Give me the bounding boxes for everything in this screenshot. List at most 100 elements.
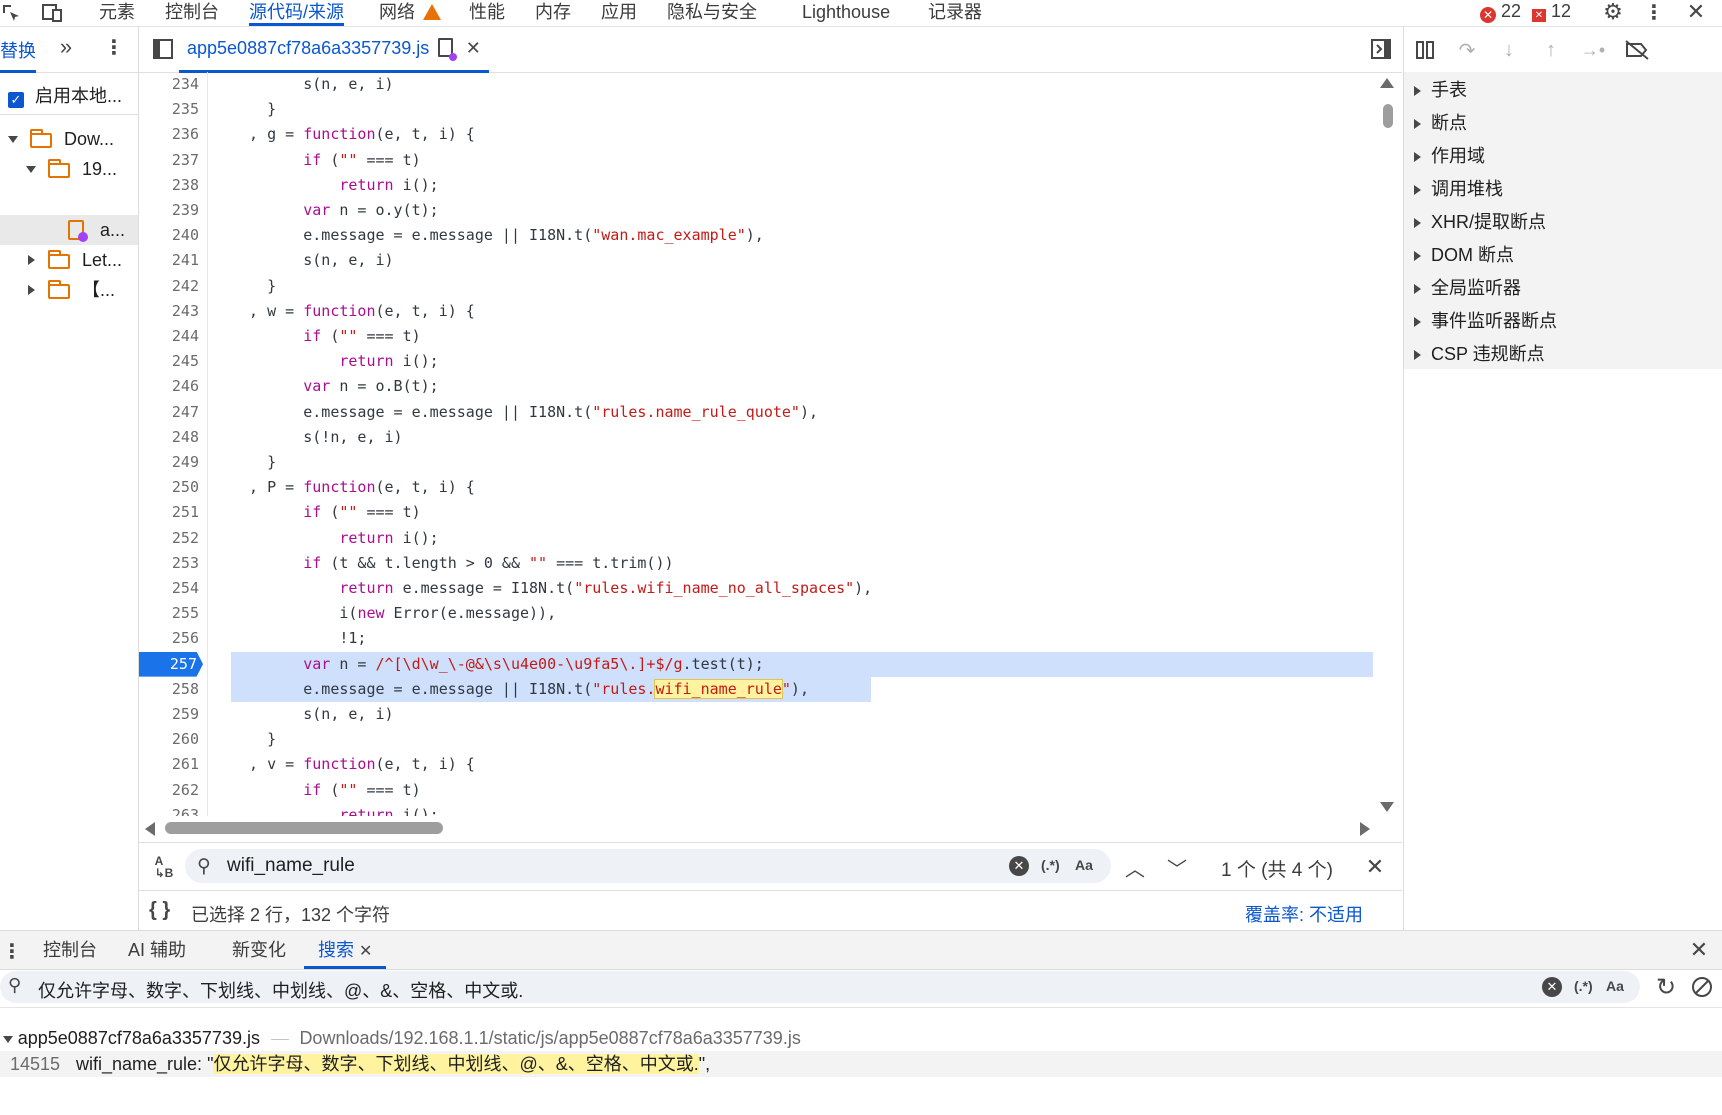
tab-memory[interactable]: 内存 <box>535 0 571 26</box>
tab-lighthouse[interactable]: Lighthouse <box>802 0 890 26</box>
step-out-icon[interactable]: ↑ <box>1538 37 1564 63</box>
line-number[interactable]: 256 <box>139 626 199 651</box>
find-input-box[interactable]: ⚲ wifi_name_rule ✕ (.*) Aa <box>185 849 1111 883</box>
file-tab[interactable]: app5e0887cf78a6a3357739.js ✕ <box>179 27 489 73</box>
step-into-icon[interactable]: ↓ <box>1496 37 1522 63</box>
inspect-element-icon[interactable] <box>0 2 22 24</box>
clear-search-icon[interactable]: ✕ <box>1542 977 1562 997</box>
line-number[interactable]: 245 <box>139 349 199 374</box>
line-number[interactable]: 243 <box>139 299 199 324</box>
enable-local-overrides[interactable]: ✓ 启用本地... <box>8 82 138 108</box>
clear-results-icon[interactable] <box>1688 973 1716 1001</box>
replace-toggle-icon[interactable]: A ↳B <box>151 853 177 881</box>
code-line[interactable]: 236 , g = function(e, t, i) { <box>139 122 1373 147</box>
code-line[interactable]: 259 s(n, e, i) <box>139 702 1373 727</box>
drawer-tab-ai-assistance[interactable]: AI 辅助 <box>128 931 186 969</box>
code-line[interactable]: 249 } <box>139 450 1373 475</box>
tree-item-bracket[interactable]: 【... <box>0 275 138 305</box>
tab-performance[interactable]: 性能 <box>469 0 505 26</box>
line-number[interactable]: 261 <box>139 752 199 777</box>
match-case-toggle[interactable]: Aa <box>1075 857 1093 873</box>
global-search-input[interactable]: 仅允许字母、数字、下划线、中划线、@、&、空格、中文或. <box>38 977 523 1003</box>
debugger-section-header[interactable]: 事件监听器断点 <box>1414 305 1557 338</box>
line-number[interactable]: 237 <box>139 148 199 173</box>
step-over-icon[interactable]: ↷ <box>1454 37 1480 63</box>
vertical-scroll-down-icon[interactable] <box>1380 802 1394 812</box>
line-number[interactable]: 235 <box>139 97 199 122</box>
search-regex-toggle[interactable]: (.*) <box>1574 978 1593 994</box>
pretty-print-icon[interactable]: { } <box>149 899 170 922</box>
horizontal-scrollbar-thumb[interactable] <box>165 822 443 834</box>
horizontal-scroll-right-icon[interactable] <box>1360 822 1370 836</box>
code-line[interactable]: 255 i(new Error(e.message)), <box>139 601 1373 626</box>
line-number[interactable]: 234 <box>139 72 199 97</box>
tab-privacy-security[interactable]: 隐私与安全 <box>667 0 757 26</box>
horizontal-scroll-left-icon[interactable] <box>145 822 155 836</box>
line-number[interactable]: 251 <box>139 500 199 525</box>
code-line[interactable]: 240 e.message = e.message || I18N.t("wan… <box>139 223 1373 248</box>
search-result-file[interactable]: app5e0887cf78a6a3357739.js Downloads/192… <box>0 1025 1722 1051</box>
tab-sources[interactable]: 源代码/来源 <box>249 0 345 26</box>
code-line[interactable]: 258 e.message = e.message || I18N.t("rul… <box>139 676 1373 702</box>
code-line[interactable]: 257 var n = /^[\d\w_\-@&\s\u4e00-\u9fa5\… <box>139 651 1373 677</box>
code-line[interactable]: 241 s(n, e, i) <box>139 248 1373 273</box>
code-line[interactable]: 244 if ("" === t) <box>139 324 1373 349</box>
tab-overrides[interactable]: 替换 <box>0 37 36 73</box>
code-line[interactable]: 235 } <box>139 97 1373 122</box>
line-number[interactable]: 239 <box>139 198 199 223</box>
code-line[interactable]: 256 !1; <box>139 626 1373 651</box>
line-number[interactable]: 260 <box>139 727 199 752</box>
code-line[interactable]: 250 , P = function(e, t, i) { <box>139 475 1373 500</box>
code-line[interactable]: 253 if (t && t.length > 0 && "" === t.tr… <box>139 551 1373 576</box>
code-line[interactable]: 251 if ("" === t) <box>139 500 1373 525</box>
line-number[interactable]: 262 <box>139 778 199 803</box>
debugger-section-header[interactable]: XHR/提取断点 <box>1414 206 1546 239</box>
clear-icon[interactable]: ✕ <box>1009 856 1029 876</box>
drawer-tab-changes[interactable]: 新变化 <box>232 931 286 969</box>
toggle-debugger-sidebar-icon[interactable] <box>1369 37 1393 61</box>
code-line[interactable]: 242 } <box>139 274 1373 299</box>
line-number[interactable]: 259 <box>139 702 199 727</box>
tab-recorder[interactable]: 记录器 <box>928 0 982 26</box>
close-search-tab-icon[interactable]: ✕ <box>359 943 372 960</box>
more-options-icon[interactable]: ⋮ <box>1644 0 1664 24</box>
settings-gear-icon[interactable]: ⚙ <box>1601 0 1625 24</box>
line-number[interactable]: 252 <box>139 526 199 551</box>
line-number[interactable]: 255 <box>139 601 199 626</box>
code-line[interactable]: 238 return i(); <box>139 173 1373 198</box>
tab-application[interactable]: 应用 <box>601 0 637 26</box>
code-line[interactable]: 246 var n = o.B(t); <box>139 374 1373 399</box>
line-number[interactable]: 253 <box>139 551 199 576</box>
search-input-box[interactable]: ⚲ 仅允许字母、数字、下划线、中划线、@、&、空格、中文或. ✕ (.*) Aa <box>0 971 1640 1003</box>
debugger-section-header[interactable]: 作用域 <box>1414 140 1485 173</box>
line-number[interactable]: 246 <box>139 374 199 399</box>
search-result-match[interactable]: 14515 wifi_name_rule: "仅允许字母、数字、下划线、中划线、… <box>0 1051 1722 1077</box>
code-line[interactable]: 239 var n = o.y(t); <box>139 198 1373 223</box>
line-number[interactable]: 263 <box>139 803 199 816</box>
code-line[interactable]: 247 e.message = e.message || I18N.t("rul… <box>139 400 1373 425</box>
regex-toggle[interactable]: (.*) <box>1041 857 1060 873</box>
tab-network[interactable]: 网络 <box>379 0 442 26</box>
line-number[interactable]: 242 <box>139 274 199 299</box>
code-line[interactable]: 252 return i(); <box>139 526 1373 551</box>
step-icon[interactable]: →• <box>1578 37 1608 63</box>
toggle-navigator-icon[interactable] <box>151 37 175 61</box>
tree-item-host[interactable]: 19... <box>0 154 138 184</box>
code-line[interactable]: 234 s(n, e, i) <box>139 72 1373 97</box>
pause-resume-icon[interactable] <box>1412 37 1438 63</box>
line-number[interactable]: 249 <box>139 450 199 475</box>
line-number[interactable]: 254 <box>139 576 199 601</box>
navigator-menu-icon[interactable]: ⋮ <box>104 35 124 59</box>
search-case-toggle[interactable]: Aa <box>1606 978 1624 994</box>
line-number[interactable]: 250 <box>139 475 199 500</box>
previous-match-icon[interactable]: ︿ <box>1121 853 1149 881</box>
close-tab-icon[interactable]: ✕ <box>466 38 481 58</box>
enable-local-checkbox[interactable]: ✓ <box>8 92 24 108</box>
close-devtools-icon[interactable]: ✕ <box>1684 0 1708 24</box>
line-number[interactable]: 240 <box>139 223 199 248</box>
code-line[interactable]: 243 , w = function(e, t, i) { <box>139 299 1373 324</box>
debugger-section-header[interactable]: 手表 <box>1414 74 1467 107</box>
line-number[interactable]: 236 <box>139 122 199 147</box>
code-editor[interactable]: 234 s(n, e, i) 235 } 236 , g = function(e,… <box>139 72 1373 816</box>
code-line[interactable]: 245 return i(); <box>139 349 1373 374</box>
